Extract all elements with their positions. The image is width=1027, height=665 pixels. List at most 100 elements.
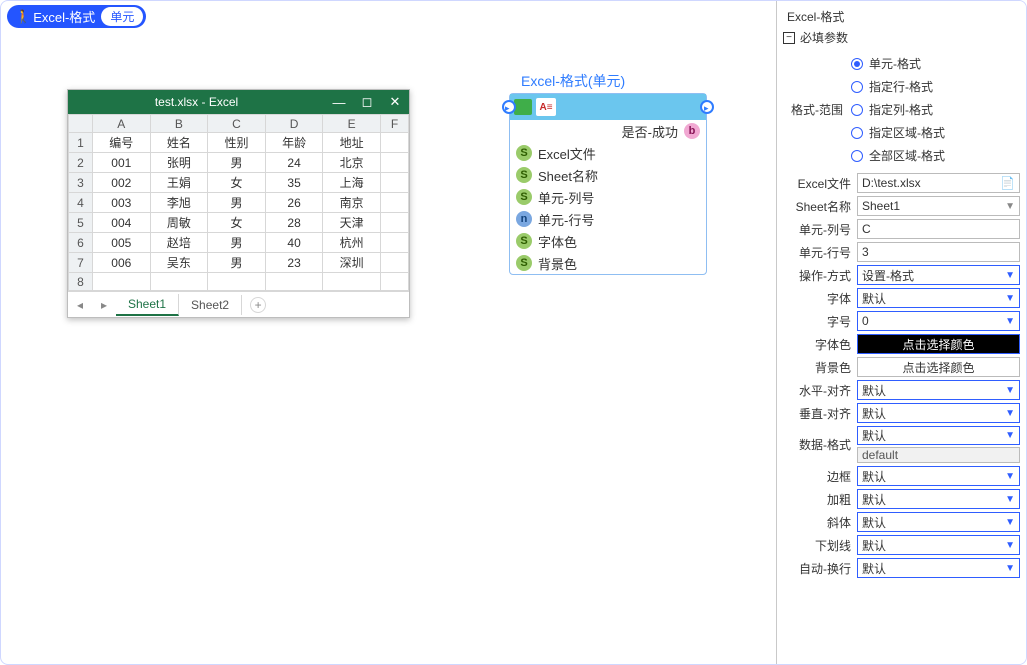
select-input[interactable]: 默认▼ [857,489,1020,509]
col-header[interactable]: C [208,115,266,133]
cell[interactable] [381,133,409,153]
cell[interactable]: 男 [208,233,266,253]
cell[interactable]: 35 [265,173,323,193]
cell[interactable]: 女 [208,173,266,193]
cell[interactable]: 004 [93,213,151,233]
cell[interactable]: 北京 [323,153,381,173]
cell[interactable]: 编号 [93,133,151,153]
node-header[interactable]: A≡ [510,94,706,120]
select-input[interactable]: 默认▼ [857,288,1020,308]
row-header[interactable]: 2 [69,153,93,173]
radio-option[interactable]: 指定列-格式 [851,101,945,118]
minimize-icon[interactable]: — [325,95,353,110]
cell[interactable]: 吴东 [150,253,208,273]
sheet-tab[interactable]: Sheet1 [116,294,179,316]
cell[interactable]: 男 [208,253,266,273]
cell[interactable] [150,273,208,291]
color-picker-button[interactable]: 点击选择颜色 [857,334,1020,354]
sheet-tab[interactable]: Sheet2 [179,295,242,315]
cell[interactable]: 地址 [323,133,381,153]
cell[interactable]: 006 [93,253,151,273]
close-icon[interactable]: ✕ [381,94,409,110]
select-input[interactable]: 默认▼ [857,535,1020,555]
select-input[interactable]: 默认▼ [857,512,1020,532]
cell[interactable]: 深圳 [323,253,381,273]
col-header[interactable]: E [323,115,381,133]
cell[interactable] [381,253,409,273]
color-picker-button[interactable]: 点击选择颜色 [857,357,1020,377]
cell[interactable]: 李旭 [150,193,208,213]
select-input[interactable]: 设置-格式▼ [857,265,1020,285]
cell[interactable]: 杭州 [323,233,381,253]
row-header[interactable]: 6 [69,233,93,253]
cell[interactable]: 26 [265,193,323,213]
cell[interactable]: 002 [93,173,151,193]
radio-option[interactable]: 指定行-格式 [851,78,945,95]
cell[interactable]: 南京 [323,193,381,213]
cell[interactable]: 005 [93,233,151,253]
cell[interactable]: 性别 [208,133,266,153]
cell[interactable]: 女 [208,213,266,233]
cell[interactable] [381,193,409,213]
select-input[interactable]: 默认▼ [857,380,1020,400]
cell[interactable]: 男 [208,153,266,173]
col-header[interactable]: D [265,115,323,133]
row-header[interactable]: 7 [69,253,93,273]
collapse-icon[interactable]: − [783,32,795,44]
file-input[interactable]: D:\test.xlsx📄 [857,173,1020,193]
maximize-icon[interactable]: ◻ [353,94,381,110]
sheet-prev-icon[interactable]: ◂ [68,298,92,312]
cell[interactable]: 男 [208,193,266,213]
radio-option[interactable]: 单元-格式 [851,55,945,72]
cell[interactable] [208,273,266,291]
col-header[interactable]: F [381,115,409,133]
cell[interactable] [381,213,409,233]
select-input[interactable]: 默认▼ [857,466,1020,486]
document-icon[interactable]: 📄 [1000,176,1015,190]
cell[interactable] [265,273,323,291]
cell[interactable]: 年龄 [265,133,323,153]
cell[interactable]: 姓名 [150,133,208,153]
cell[interactable] [381,153,409,173]
row-header[interactable]: 8 [69,273,93,291]
cell[interactable] [93,273,151,291]
text-input[interactable]: C [857,219,1020,239]
col-header[interactable]: B [150,115,208,133]
cell[interactable]: 张明 [150,153,208,173]
radio-option[interactable]: 指定区域-格式 [851,124,945,141]
cell[interactable]: 王娟 [150,173,208,193]
cell[interactable]: 40 [265,233,323,253]
sheet-next-icon[interactable]: ▸ [92,298,116,312]
output-port-icon[interactable] [700,100,714,114]
cell[interactable]: 天津 [323,213,381,233]
cell[interactable] [323,273,381,291]
add-sheet-icon[interactable]: + [250,297,266,313]
col-header[interactable]: A [93,115,151,133]
select-input[interactable]: 默认▼ [857,558,1020,578]
radio-option[interactable]: 全部区域-格式 [851,147,945,164]
row-header[interactable]: 3 [69,173,93,193]
select-input[interactable]: 默认▼ [857,403,1020,423]
text-input[interactable]: 3 [857,242,1020,262]
cell[interactable]: 上海 [323,173,381,193]
cell[interactable]: 周敏 [150,213,208,233]
input-port-icon[interactable] [502,100,516,114]
breadcrumb-tag[interactable]: 🚶 Excel-格式 单元 [7,5,146,28]
cell[interactable] [381,273,409,291]
section-required[interactable]: − 必填参数 [783,29,1020,46]
select-input[interactable]: 0▼ [857,311,1020,331]
cell[interactable] [381,173,409,193]
cell[interactable]: 24 [265,153,323,173]
row-header[interactable]: 5 [69,213,93,233]
row-header[interactable]: 1 [69,133,93,153]
cell[interactable]: 23 [265,253,323,273]
cell[interactable]: 28 [265,213,323,233]
cell[interactable] [381,233,409,253]
flow-node[interactable]: A≡ 是否-成功 b SExcel文件 SSheet名称 S单元-列号 n单元-… [509,93,707,275]
row-header[interactable]: 4 [69,193,93,213]
cell[interactable]: 赵培 [150,233,208,253]
corner-cell[interactable] [69,115,93,133]
select-input[interactable]: 默认▼ [857,426,1020,445]
sheet-select[interactable]: Sheet1▼ [857,196,1020,216]
cell[interactable]: 001 [93,153,151,173]
